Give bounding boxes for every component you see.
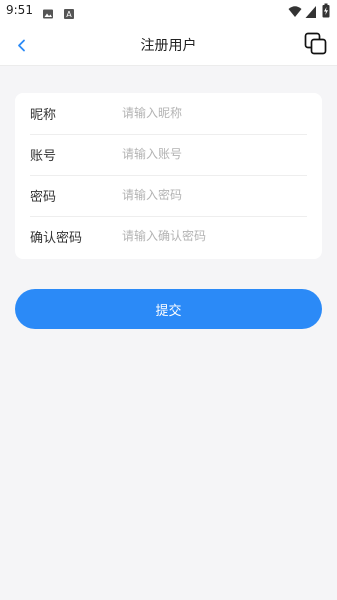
register-form: 昵称 账号 密码 确认密码 (15, 93, 322, 259)
password-input[interactable] (122, 181, 302, 209)
account-row: 账号 (30, 134, 307, 176)
copy-button[interactable] (303, 31, 329, 57)
nickname-input[interactable] (122, 99, 302, 127)
account-label: 账号 (30, 149, 57, 164)
signal-icon (305, 4, 317, 23)
status-time: 9:51 (6, 3, 33, 17)
app-bar: 注册用户 (0, 24, 337, 66)
account-input[interactable] (122, 140, 302, 168)
font-icon: A (63, 5, 75, 24)
wifi-icon (288, 4, 302, 23)
nickname-row: 昵称 (30, 93, 307, 135)
confirm-password-row: 确认密码 (30, 216, 307, 257)
nickname-label: 昵称 (30, 108, 57, 123)
copy-icon (304, 32, 327, 55)
password-row: 密码 (30, 175, 307, 217)
confirm-password-input[interactable] (122, 222, 302, 250)
battery-icon (322, 3, 330, 22)
image-icon (42, 5, 54, 24)
password-label: 密码 (30, 190, 57, 205)
confirm-password-label: 确认密码 (30, 231, 83, 246)
page-title: 注册用户 (140, 38, 197, 54)
status-bar: 9:51 A (0, 0, 337, 24)
submit-button[interactable]: 提交 (15, 289, 322, 329)
svg-text:A: A (66, 10, 72, 19)
